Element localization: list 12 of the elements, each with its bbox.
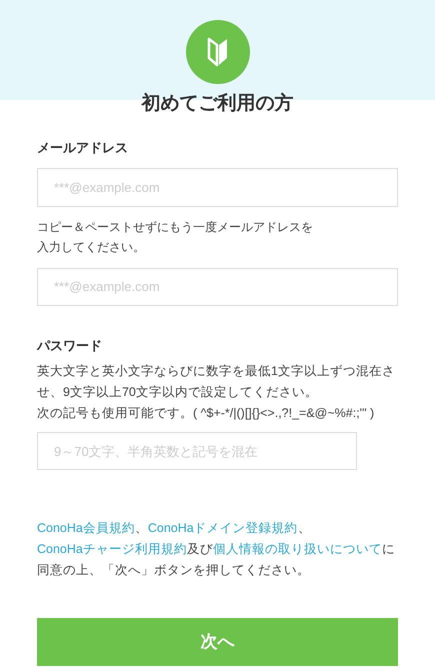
terms-link[interactable]: 個人情報の取り扱いについて	[212, 542, 382, 556]
leaf-icon	[206, 37, 228, 67]
agreement-text: ConoHa会員規約、ConoHaドメイン登録規約、 ConoHaチャージ利用規約及び個人情報の取り扱いについて に同意の上、「次へ」ボタンを押してください。	[37, 520, 396, 579]
terms-link[interactable]: ConoHaチャージ利用規約	[37, 542, 187, 556]
password-label: パスワード	[37, 336, 103, 354]
password-description: 英大文字と英小文字ならびに数字を最低1文字以上ずつ混在させ、9文字以上70文字以内で設定してください。 次の記号も使用可能です。( ^$+-*/|()[]{}<>.,?!_=&@~%#:;'" )	[37, 363, 396, 422]
next-button[interactable]: 次へ	[37, 618, 398, 666]
terms-link[interactable]: ConoHa会員規約	[37, 521, 135, 535]
page-title: 初めてご利用の方	[140, 92, 294, 116]
email-label: メールアドレス	[37, 139, 129, 157]
email-note: コピー＆ペーストせずにもう一度メールアドレスを 入力してください。	[37, 218, 314, 256]
terms-link[interactable]: ConoHaドメイン登録規約	[148, 521, 298, 535]
